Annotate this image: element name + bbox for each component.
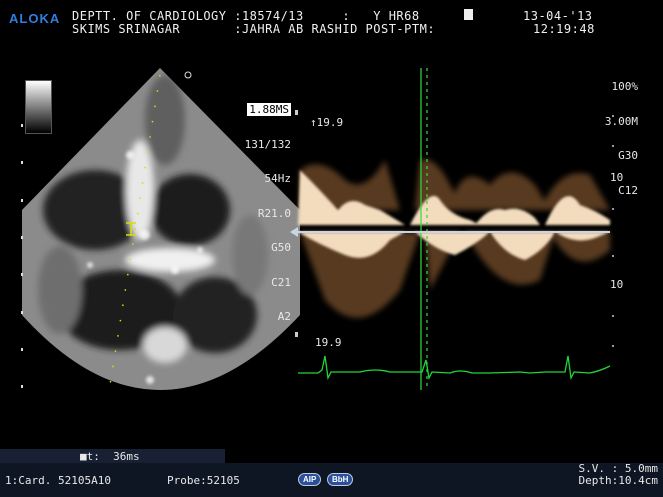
param-list-left: 1.88MS 131/132 54Hz R21.0 G50 C21 A2 <box>236 81 291 334</box>
footer-card: 1:Card. 52105A10 <box>5 474 111 487</box>
ecg-trace <box>298 355 611 381</box>
footer-probe: Probe:52105 <box>167 474 240 487</box>
aip-button[interactable]: AIP <box>298 473 322 486</box>
brand-logo: ALOKA <box>9 11 61 26</box>
footer-depth: Depth:10.4cm <box>578 474 658 487</box>
param-pulse: 1.88MS <box>247 103 291 116</box>
doppler-tick-upper: 10 <box>610 171 624 184</box>
param-angle: A2 <box>277 310 291 323</box>
doppler-scale-bottom: 19.9 <box>315 336 342 349</box>
param-frequency: 54Hz <box>264 172 292 185</box>
doppler-tick-lower: 10 <box>610 278 624 291</box>
record-indicator <box>464 9 473 20</box>
param-contrast: C21 <box>271 275 291 289</box>
header-line-2: SKIMS SRINAGAR :JAHRA AB RASHID POST-PTM… <box>72 22 436 36</box>
bbh-button[interactable]: BbH <box>327 473 354 486</box>
footer-sample-volume: S.V. : 5.0mm <box>578 462 658 475</box>
param-frame: 131/132 <box>244 137 291 151</box>
header-time: 12:19:48 <box>533 22 595 36</box>
doppler-scale-top: ↑19.9 <box>310 116 344 129</box>
measure-time: ■t: 36ms <box>80 450 140 463</box>
param-gain: G50 <box>271 241 291 254</box>
param-range: R21.0 <box>257 206 291 220</box>
